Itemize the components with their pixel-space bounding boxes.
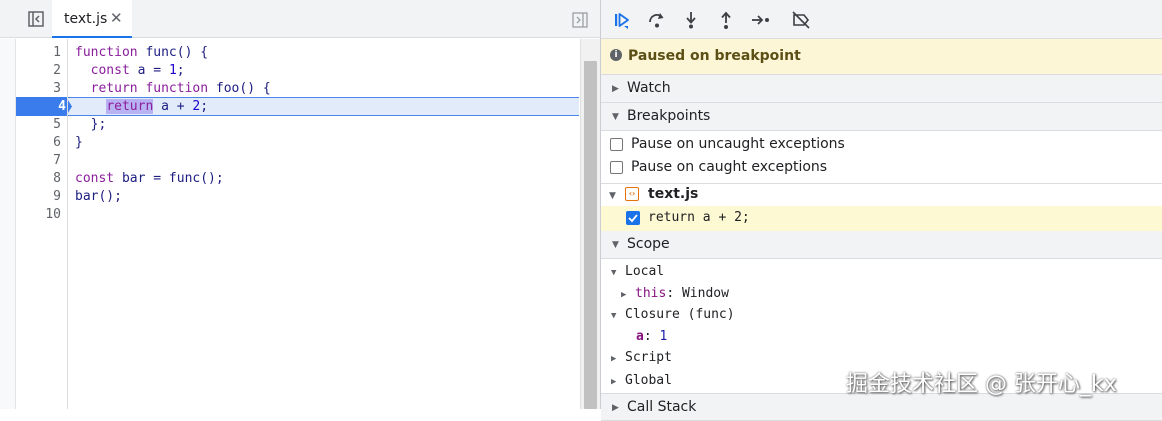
breakpoint-code: return a + 2;: [648, 210, 750, 225]
line-number-gutter: 1 2 3 5 6 7 8 9 10: [16, 39, 68, 409]
expand-arrow-icon: ▶: [611, 377, 617, 387]
resume-icon[interactable]: [612, 10, 632, 30]
property-key: a: [636, 329, 644, 344]
line-number[interactable]: 8: [21, 170, 61, 188]
collapse-arrow-icon: ▼: [611, 311, 617, 321]
expand-arrow-icon: ▶: [611, 354, 617, 364]
debugger-sidebar: i Paused on breakpoint ▶ Watch ▼ Breakpo…: [601, 0, 1162, 421]
scope-closure[interactable]: ▼ Closure (func): [611, 304, 735, 326]
code-line-1: function func() {: [75, 45, 209, 60]
line-number[interactable]: 3: [21, 80, 61, 98]
code-line-4: return a + 2;: [106, 99, 209, 114]
expand-arrow-icon: ▶: [612, 84, 619, 94]
deactivate-breakpoints-icon[interactable]: [791, 10, 811, 30]
paused-banner: i Paused on breakpoint: [601, 39, 1162, 75]
code-line-2: const a = 1;: [90, 63, 185, 78]
section-label: Watch: [627, 80, 671, 96]
debugger-toolbar: [601, 0, 1162, 39]
code-line-5: };: [75, 117, 107, 132]
collapse-arrow-icon: ▼: [611, 268, 617, 278]
step-over-icon[interactable]: [647, 10, 667, 30]
expand-arrow-icon: ▶: [621, 290, 627, 300]
checkbox-label: Pause on caught exceptions: [631, 159, 828, 175]
pause-caught-checkbox[interactable]: [610, 161, 623, 174]
navigator-toggle-icon[interactable]: [28, 11, 44, 27]
property-key: this: [635, 286, 667, 301]
line-number[interactable]: 5: [21, 116, 61, 134]
scrollbar-thumb[interactable]: [584, 61, 597, 409]
paused-message: Paused on breakpoint: [628, 48, 801, 64]
editor-scrollbar[interactable]: [580, 39, 600, 409]
section-label: Call Stack: [627, 399, 697, 415]
line-number[interactable]: 7: [21, 152, 61, 170]
scope-global[interactable]: ▶ Global: [611, 370, 672, 392]
section-label: Scope: [627, 236, 670, 252]
code-line-8: const bar = func();: [75, 171, 224, 186]
line-number[interactable]: 10: [21, 206, 61, 224]
close-tab-icon[interactable]: ✕: [110, 10, 123, 26]
debugger-sidebar-toggle-icon[interactable]: [572, 12, 588, 28]
step-into-icon[interactable]: [681, 10, 701, 30]
section-label: Breakpoints: [627, 108, 711, 124]
property-separator: :: [643, 329, 660, 344]
scope-script[interactable]: ▶ Script: [611, 347, 672, 369]
line-number[interactable]: 1: [21, 44, 61, 62]
scope-var-a[interactable]: a: 1: [636, 326, 667, 348]
scope-label: Closure (func): [625, 307, 735, 322]
scope-label: Local: [625, 264, 665, 279]
breakpoints-section-header[interactable]: ▼ Breakpoints: [601, 103, 1162, 131]
collapse-arrow-icon: ▼: [612, 240, 619, 250]
pause-uncaught-row[interactable]: Pause on uncaught exceptions: [601, 134, 1162, 157]
script-file-icon: ‹›: [625, 187, 639, 201]
line-number[interactable]: 2: [21, 62, 61, 80]
scope-this[interactable]: ▶ this: Window: [621, 283, 729, 305]
watermark-text: 掘金技术社区 @ 张开心_kx: [846, 372, 1117, 397]
step-icon[interactable]: [751, 10, 771, 30]
step-out-icon[interactable]: [716, 10, 736, 30]
code-line-9: bar();: [75, 189, 122, 204]
pause-caught-row[interactable]: Pause on caught exceptions: [601, 157, 1162, 180]
navigator-collapsed-strip: [0, 39, 16, 409]
editor-tab-bar: text.js ✕: [0, 0, 600, 38]
pause-uncaught-checkbox[interactable]: [610, 138, 623, 151]
scope-local[interactable]: ▼ Local: [611, 261, 664, 283]
code-line-6: }: [75, 135, 83, 150]
property-value: Window: [681, 286, 729, 301]
tab-label: text.js: [64, 11, 108, 27]
info-icon: i: [610, 49, 622, 61]
breakpoint-file-group[interactable]: ▼ ‹› text.js: [601, 183, 1162, 206]
source-editor-pane: text.js ✕ 1 2 3 5 6 7 8 9 10 4 function …: [0, 0, 600, 409]
property-separator: :: [666, 286, 682, 301]
breakpoint-enabled-checkbox[interactable]: [626, 211, 640, 225]
checkbox-label: Pause on uncaught exceptions: [631, 136, 845, 152]
expand-arrow-icon: ▶: [612, 403, 619, 413]
collapse-arrow-icon: ▼: [612, 112, 619, 122]
line-number[interactable]: 6: [21, 134, 61, 152]
property-value: 1: [659, 329, 668, 344]
tab-text-js[interactable]: text.js ✕: [52, 0, 132, 38]
code-line-3: return function foo() {: [90, 81, 271, 96]
scope-section-header[interactable]: ▼ Scope: [601, 231, 1162, 259]
code-area[interactable]: function func() { const a = 1; return fu…: [68, 39, 580, 409]
breakpoint-file-name: text.js: [648, 186, 699, 202]
breakpoint-line-number[interactable]: 4: [52, 97, 66, 116]
scope-label: Global: [625, 373, 672, 388]
scope-label: Script: [625, 350, 672, 365]
breakpoint-entry[interactable]: return a + 2;: [601, 206, 1162, 231]
watch-section-header[interactable]: ▶ Watch: [601, 75, 1162, 103]
line-number[interactable]: 9: [21, 188, 61, 206]
collapse-arrow-icon: ▼: [609, 191, 616, 201]
